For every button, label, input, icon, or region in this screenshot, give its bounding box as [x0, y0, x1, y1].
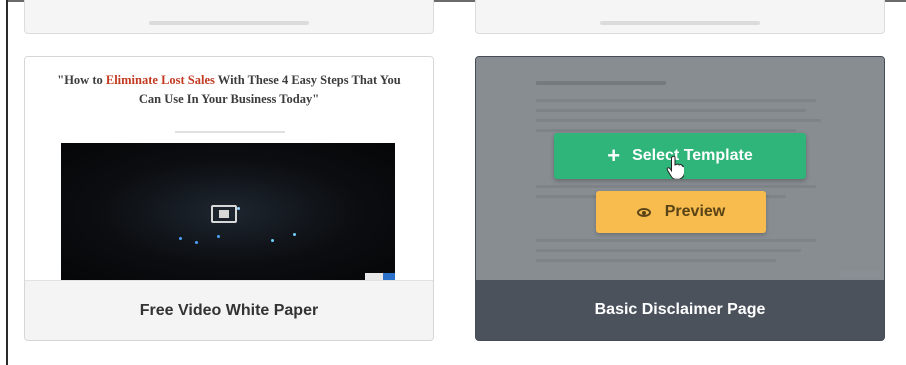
video-sparkle — [217, 235, 220, 238]
video-sparkle — [195, 241, 198, 244]
thumbnail-headline: "How to Eliminate Lost Sales With These … — [57, 73, 401, 106]
template-thumbnail[interactable]: + Select Template Preview — [476, 57, 884, 281]
template-card-previous-right[interactable] — [475, 0, 885, 34]
video-sparkle — [179, 237, 182, 240]
eye-icon — [636, 207, 651, 217]
headline-highlight: Eliminate Lost Sales — [105, 73, 215, 87]
window-left-border — [6, 0, 8, 365]
template-card-title: Free Video White Paper — [25, 280, 433, 340]
hand-cursor-icon — [666, 155, 684, 179]
template-thumbnail[interactable]: "How to Eliminate Lost Sales With These … — [25, 57, 433, 281]
video-player[interactable] — [61, 143, 395, 281]
plus-icon: + — [607, 143, 621, 168]
video-play-icon[interactable] — [211, 205, 237, 223]
thumbnail-badge — [840, 271, 880, 279]
template-card-title: Basic Disclaimer Page — [476, 280, 884, 340]
video-sparkle — [237, 207, 240, 210]
template-card-basic-disclaimer-page[interactable]: + Select Template Preview Basic Disclaim… — [475, 56, 885, 341]
template-card-free-video-white-paper[interactable]: "How to Eliminate Lost Sales With These … — [24, 56, 434, 341]
video-sparkle — [293, 233, 296, 236]
headline-divider — [175, 131, 285, 133]
template-card-previous-left[interactable] — [24, 0, 434, 34]
preview-button[interactable]: Preview — [596, 191, 766, 233]
video-sparkle — [271, 239, 274, 242]
